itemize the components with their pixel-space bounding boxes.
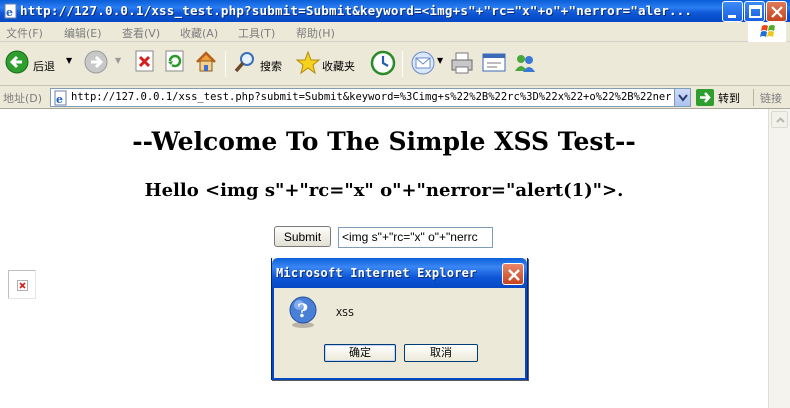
home-button[interactable] bbox=[194, 50, 218, 78]
back-arrow-icon bbox=[5, 50, 29, 74]
print-button[interactable] bbox=[449, 50, 475, 78]
toolbar-separator bbox=[225, 51, 226, 77]
back-dropdown-icon[interactable]: ▼ bbox=[66, 56, 72, 65]
favorites-label: 收藏夹 bbox=[322, 60, 355, 73]
go-arrow-icon bbox=[696, 89, 714, 106]
edit-button[interactable] bbox=[481, 50, 507, 78]
vertical-scrollbar[interactable] bbox=[768, 109, 790, 408]
messenger-people-icon bbox=[515, 55, 535, 72]
chevron-down-icon bbox=[678, 94, 688, 102]
search-label: 搜索 bbox=[260, 60, 282, 73]
dialog-close-button[interactable] bbox=[502, 263, 524, 285]
svg-text:?: ? bbox=[297, 300, 308, 322]
mail-icon bbox=[411, 51, 435, 75]
hello-text: Hello <img s"+"rc="x" o"+"nerror="alert(… bbox=[144, 180, 624, 201]
back-button[interactable] bbox=[5, 50, 29, 78]
go-label[interactable]: 转到 bbox=[718, 90, 740, 106]
search-button[interactable] bbox=[233, 50, 257, 78]
stop-button[interactable] bbox=[134, 50, 156, 78]
home-icon bbox=[196, 51, 216, 72]
page-heading: --Welcome To The Simple XSS Test-- bbox=[132, 127, 636, 156]
links-button[interactable]: 链接 bbox=[760, 90, 782, 106]
ok-button[interactable]: 确定 bbox=[324, 344, 396, 362]
cancel-button[interactable]: 取消 bbox=[404, 344, 478, 362]
history-icon bbox=[370, 50, 396, 76]
dialog-title: Microsoft Internet Explorer bbox=[276, 266, 477, 280]
window-titlebar[interactable]: e http://127.0.0.1/xss_test.php?submit=S… bbox=[0, 0, 790, 22]
alert-dialog: Microsoft Internet Explorer ? XSS 确定 取消 bbox=[271, 258, 528, 380]
svg-text:e: e bbox=[6, 6, 13, 19]
refresh-button[interactable] bbox=[164, 50, 186, 78]
submit-button[interactable]: Submit bbox=[274, 226, 331, 247]
address-bar: 地址(D) e http://127.0.0.1/xss_test.php?su… bbox=[0, 86, 790, 109]
dialog-body: ? XSS 确定 取消 bbox=[272, 288, 527, 380]
svg-text:e: e bbox=[56, 93, 63, 106]
toolbar: 后退 ▼ ▼ 搜索 收藏夹 ▼ bbox=[0, 42, 790, 86]
search-icon bbox=[234, 52, 254, 73]
menu-bar: 文件(F) 编辑(E) 查看(V) 收藏(A) 工具(T) 帮助(H) bbox=[0, 22, 790, 42]
messenger-button[interactable] bbox=[512, 50, 538, 78]
edit-document-icon bbox=[482, 53, 506, 72]
ie-page-icon: e bbox=[3, 3, 19, 19]
maximize-button[interactable] bbox=[744, 1, 765, 22]
printer-icon bbox=[451, 52, 473, 74]
menu-help[interactable]: 帮助(H) bbox=[296, 25, 335, 41]
address-input[interactable]: e http://127.0.0.1/xss_test.php?submit=S… bbox=[50, 88, 691, 107]
address-dropdown-button[interactable] bbox=[674, 89, 690, 106]
minimize-button[interactable] bbox=[722, 1, 743, 22]
favorites-star-icon bbox=[295, 50, 321, 75]
menu-tools[interactable]: 工具(T) bbox=[238, 25, 275, 41]
history-button[interactable] bbox=[370, 50, 396, 78]
mail-dropdown-icon[interactable]: ▼ bbox=[437, 56, 443, 65]
chevron-up-icon bbox=[776, 117, 785, 123]
broken-image-icon bbox=[17, 280, 28, 291]
dialog-message: XSS bbox=[336, 308, 355, 319]
menu-file[interactable]: 文件(F) bbox=[6, 25, 43, 41]
window-title: http://127.0.0.1/xss_test.php?submit=Sub… bbox=[20, 3, 693, 18]
scroll-up-button[interactable] bbox=[771, 111, 788, 128]
windows-logo-icon bbox=[748, 22, 786, 42]
back-label: 后退 bbox=[33, 60, 55, 73]
ie-page-icon: e bbox=[53, 90, 69, 109]
forward-arrow-icon bbox=[84, 50, 108, 74]
toolbar-separator bbox=[402, 51, 403, 77]
refresh-icon bbox=[165, 50, 184, 72]
stop-icon bbox=[135, 50, 154, 72]
close-icon bbox=[508, 269, 520, 281]
go-button[interactable] bbox=[696, 89, 714, 109]
menu-view[interactable]: 查看(V) bbox=[122, 25, 160, 41]
forward-button[interactable] bbox=[84, 50, 108, 78]
dialog-titlebar[interactable]: Microsoft Internet Explorer bbox=[272, 258, 527, 288]
menu-favorites[interactable]: 收藏(A) bbox=[180, 25, 218, 41]
address-url: http://127.0.0.1/xss_test.php?submit=Sub… bbox=[71, 91, 671, 103]
favorites-button[interactable] bbox=[295, 50, 321, 78]
links-separator bbox=[753, 89, 754, 106]
menu-edit[interactable]: 编辑(E) bbox=[64, 25, 102, 41]
address-label: 地址(D) bbox=[3, 92, 43, 105]
forward-dropdown-icon[interactable]: ▼ bbox=[115, 56, 121, 65]
mail-button[interactable] bbox=[410, 50, 436, 78]
broken-image-placeholder bbox=[8, 270, 36, 299]
close-window-button[interactable] bbox=[766, 1, 787, 22]
question-icon: ? bbox=[286, 295, 320, 332]
keyword-input[interactable]: <img s"+"rc="x" o"+"nerrc bbox=[338, 227, 493, 248]
